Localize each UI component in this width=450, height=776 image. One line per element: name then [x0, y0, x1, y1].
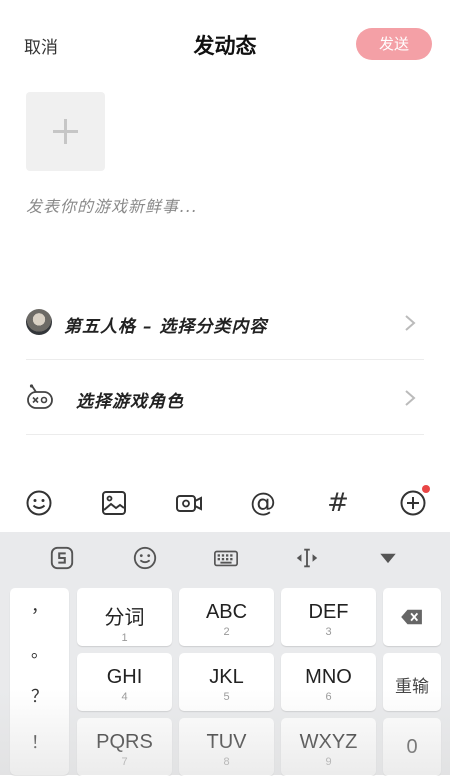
send-button[interactable]: 发送 [356, 28, 432, 60]
key-label: ABC [205, 601, 248, 623]
image-icon [102, 491, 126, 515]
key-label: TUV [206, 731, 247, 753]
sogou-logo-icon [50, 546, 74, 570]
collapse-keyboard-button[interactable] [374, 544, 402, 572]
key-label: 分词 [104, 607, 145, 629]
video-button[interactable] [174, 488, 204, 518]
chevron-right-icon [405, 315, 416, 331]
chevron-right-icon [405, 390, 416, 406]
key-label: MNO [305, 666, 352, 688]
key-7[interactable]: PQRS 7 [77, 718, 172, 776]
role-select-row[interactable]: 选择游戏角色 [26, 362, 424, 435]
gamepad-icon [27, 384, 53, 409]
kb-emoji-button[interactable] [131, 544, 159, 572]
mention-button[interactable]: @ [248, 488, 278, 518]
key-number: 4 [121, 691, 128, 703]
post-toolbar: @ # [0, 474, 450, 530]
key-8[interactable]: TUV 8 [179, 718, 274, 776]
emoji-icon [26, 490, 52, 516]
key-0[interactable]: 0 [383, 718, 441, 776]
punct-exclaim[interactable]: ！ [10, 728, 69, 753]
more-button[interactable] [398, 485, 430, 518]
key-2[interactable]: ABC 2 [179, 588, 274, 646]
sogou-logo-button[interactable] [48, 544, 76, 572]
keyboard-toolbar [0, 532, 450, 584]
key-3[interactable]: DEF 3 [281, 588, 376, 646]
key-label: GHI [106, 666, 143, 688]
key-label: WXYZ [299, 731, 358, 753]
key-number: 8 [223, 756, 230, 768]
key-label: DEF [308, 601, 349, 623]
key-number: 7 [121, 756, 128, 768]
hashtag-icon: # [327, 488, 349, 518]
key-number: 5 [223, 691, 230, 703]
video-icon [176, 495, 202, 512]
punct-period[interactable]: 。 [10, 637, 69, 662]
role-select-label: 选择游戏角色 [76, 392, 184, 412]
at-icon: @ [250, 488, 276, 518]
punct-question[interactable]: ？ [10, 682, 69, 707]
post-text-input[interactable]: 发表你的游戏新鲜事... [26, 193, 197, 217]
game-avatar [26, 309, 52, 335]
add-image-button[interactable] [26, 92, 105, 171]
key-number: 6 [325, 691, 332, 703]
key-9[interactable]: WXYZ 9 [281, 718, 376, 776]
key-number: 3 [325, 626, 332, 638]
cursor-move-icon [296, 548, 318, 568]
emoji-button[interactable] [24, 488, 54, 518]
ime-keyboard: ， 。 ？ ！ 分词 1 ABC 2 DEF 3 GHI 4 JKL 5 MNO… [0, 532, 450, 776]
key-6[interactable]: MNO 6 [281, 653, 376, 711]
key-number: 9 [325, 756, 332, 768]
key-label: JKL [209, 666, 244, 688]
collapse-arrow-icon [380, 553, 396, 564]
backspace-icon [401, 609, 422, 625]
key-4[interactable]: GHI 4 [77, 653, 172, 711]
backspace-key[interactable] [383, 588, 441, 646]
key-number: 1 [121, 632, 128, 644]
key-label: 0 [406, 736, 418, 758]
cursor-move-button[interactable] [293, 544, 321, 572]
punct-comma[interactable]: ， [10, 592, 69, 617]
keyboard-switch-button[interactable] [212, 544, 240, 572]
emoji-icon [133, 546, 157, 570]
key-number: 2 [223, 626, 230, 638]
hashtag-button[interactable]: # [323, 488, 353, 518]
reenter-label: 重输 [395, 677, 429, 696]
add-circle-icon [400, 490, 426, 516]
category-select-label: 第五人格 – 选择分类内容 [64, 317, 268, 337]
key-label: PQRS [96, 731, 153, 753]
key-1[interactable]: 分词 1 [77, 588, 172, 646]
notification-dot [422, 485, 430, 493]
category-select-row[interactable]: 第五人格 – 选择分类内容 [26, 287, 424, 360]
keyboard-icon [214, 550, 238, 567]
punctuation-column[interactable]: ， 。 ？ ！ [10, 588, 69, 775]
image-button[interactable] [99, 488, 129, 518]
reenter-key[interactable]: 重输 [383, 653, 441, 711]
key-5[interactable]: JKL 5 [179, 653, 274, 711]
